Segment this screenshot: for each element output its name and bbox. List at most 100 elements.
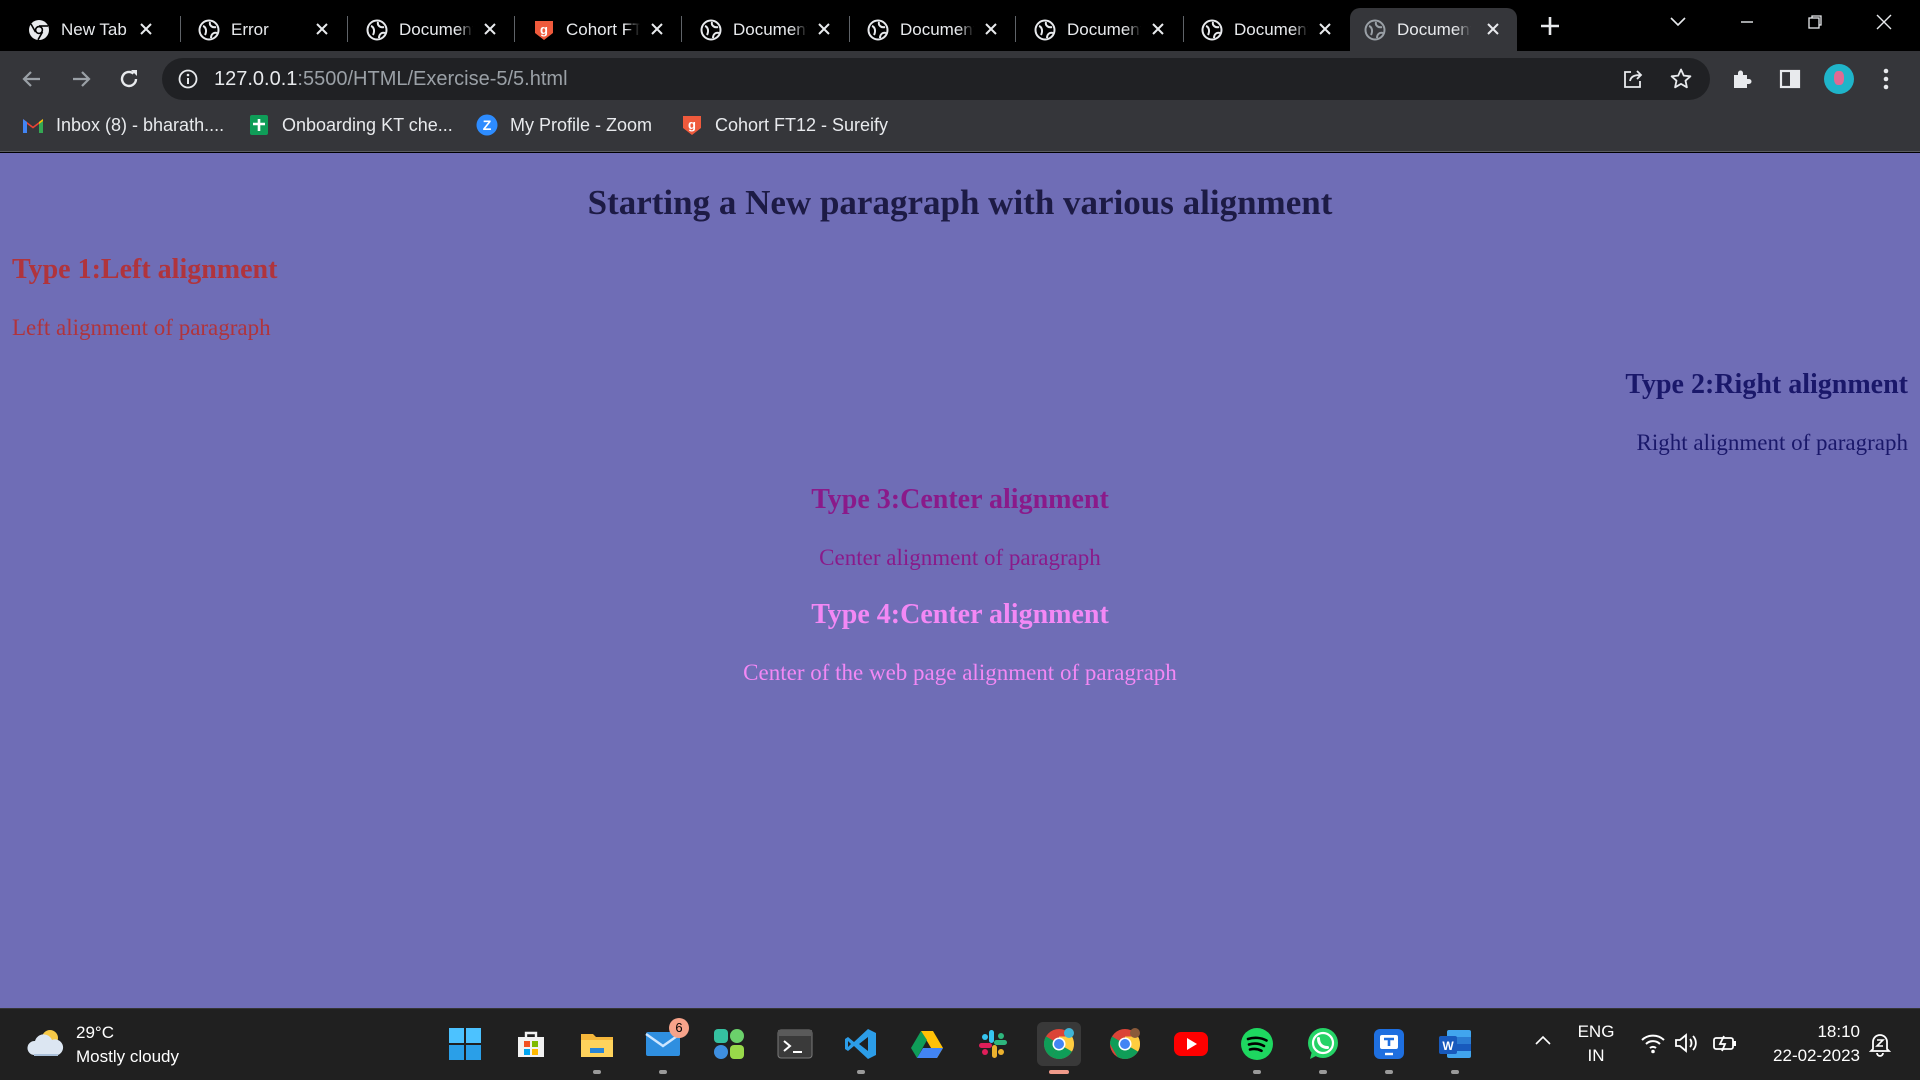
page-heading: Starting a New paragraph with various al… <box>587 183 1333 222</box>
taskbar-teams[interactable] <box>1367 1022 1411 1074</box>
running-indicator <box>1049 1070 1069 1074</box>
taskbar-widgets[interactable] <box>707 1022 751 1066</box>
tab-strip: New Tab Error Document g Cohort FT12 Doc… <box>0 0 1920 51</box>
more-menu-icon[interactable] <box>1872 65 1900 93</box>
close-tab-icon[interactable] <box>1315 19 1335 39</box>
taskbar-mail[interactable]: 6 <box>641 1018 689 1074</box>
taskbar-file-explorer[interactable] <box>575 1022 619 1074</box>
globe-icon <box>198 19 220 41</box>
tab-error[interactable]: Error <box>184 8 346 51</box>
tab-title: Document <box>1067 19 1141 39</box>
tab-document-active[interactable]: Document <box>1350 8 1517 51</box>
bookmark-zoom[interactable]: Z My Profile - Zoom <box>476 106 652 144</box>
section-2-text: Right alignment of paragraph <box>1636 430 1908 455</box>
taskbar-google-drive[interactable] <box>905 1022 949 1066</box>
volume-icon[interactable] <box>1674 1032 1700 1059</box>
start-button[interactable] <box>443 1022 487 1066</box>
tab-title: Document <box>900 19 974 39</box>
taskbar-youtube[interactable] <box>1169 1022 1213 1066</box>
taskbar-terminal[interactable] <box>773 1022 817 1066</box>
close-tab-icon[interactable] <box>480 19 500 39</box>
input-language[interactable]: ENG IN <box>1574 1020 1618 1068</box>
tab-cohort[interactable]: g Cohort FT12 <box>519 8 681 51</box>
terminal-icon <box>777 1029 813 1059</box>
battery-icon[interactable] <box>1712 1033 1738 1058</box>
close-tab-icon[interactable] <box>136 19 156 39</box>
wifi-icon[interactable] <box>1640 1032 1666 1059</box>
bookmark-gmail[interactable]: Inbox (8) - bharath.... <box>22 106 224 144</box>
taskbar-word[interactable]: W <box>1433 1022 1477 1074</box>
region-code: IN <box>1587 1046 1605 1065</box>
section-4-title: Type 4:Center alignment <box>811 599 1109 630</box>
bookmark-label: My Profile - Zoom <box>510 114 653 135</box>
tab-document-2[interactable]: Document <box>686 8 848 51</box>
taskbar-spotify[interactable] <box>1235 1022 1279 1074</box>
clock-time: 18:10 <box>1817 1022 1860 1041</box>
globe-icon <box>1364 19 1386 41</box>
close-icon <box>1876 14 1892 30</box>
profile-avatar[interactable] <box>1824 64 1854 94</box>
section-3-title: Type 3:Center alignment <box>811 484 1109 515</box>
chrome-icon <box>28 19 50 41</box>
close-tab-icon[interactable] <box>1483 19 1503 39</box>
tab-title: Document <box>733 19 807 39</box>
weather-widget[interactable] <box>26 1027 66 1064</box>
tab-separator <box>849 16 850 42</box>
bookmark-label: Cohort FT12 - Sureify <box>715 114 889 135</box>
close-window-button[interactable] <box>1862 8 1906 36</box>
url-text[interactable]: 127.0.0.1:5500/HTML/Exercise-5/5.html <box>214 58 568 100</box>
svg-text:W: W <box>1442 1039 1454 1053</box>
url-path: :5500/HTML/Exercise-5/5.html <box>297 68 568 90</box>
clock[interactable]: 18:10 22-02-2023 <box>1756 1020 1860 1068</box>
section-1-text: Left alignment of paragraph <box>12 315 271 340</box>
tab-document-1[interactable]: Document <box>352 8 514 51</box>
close-tab-icon[interactable] <box>312 19 332 39</box>
taskbar-whatsapp[interactable] <box>1301 1022 1345 1074</box>
back-button[interactable] <box>17 64 47 94</box>
minimize-button[interactable] <box>1725 8 1769 36</box>
tab-new-tab[interactable]: New Tab <box>14 8 170 51</box>
tab-document-5[interactable]: Document <box>1187 8 1349 51</box>
taskbar-chrome-active[interactable] <box>1037 1022 1081 1074</box>
running-indicator <box>1385 1070 1393 1074</box>
address-bar[interactable]: 127.0.0.1:5500/HTML/Exercise-5/5.html <box>162 58 1710 100</box>
browser-toolbar: 127.0.0.1:5500/HTML/Exercise-5/5.html <box>0 51 1920 106</box>
forward-button[interactable] <box>66 64 96 94</box>
reload-icon <box>120 70 138 88</box>
close-tab-icon[interactable] <box>1148 19 1168 39</box>
close-tab-icon[interactable] <box>981 19 1001 39</box>
new-tab-button[interactable] <box>1535 11 1565 41</box>
taskbar-slack[interactable] <box>971 1022 1015 1066</box>
bookmark-onboarding[interactable]: Onboarding KT che... <box>248 106 453 144</box>
extensions-icon[interactable] <box>1728 65 1756 93</box>
google-sheets-icon <box>248 114 270 136</box>
reload-button[interactable] <box>114 64 144 94</box>
bookmark-cohort[interactable]: g Cohort FT12 - Sureify <box>681 106 888 144</box>
tab-search-button[interactable] <box>1656 8 1700 36</box>
tab-document-3[interactable]: Document <box>853 8 1015 51</box>
widgets-icon <box>714 1029 744 1059</box>
url-host: 127.0.0.1 <box>214 68 298 90</box>
running-indicator <box>857 1070 865 1074</box>
share-icon[interactable] <box>1621 67 1645 91</box>
restore-button[interactable] <box>1793 8 1837 36</box>
bookmark-star-icon[interactable] <box>1669 67 1693 91</box>
show-hidden-icons-button[interactable] <box>1533 1033 1557 1057</box>
word-icon: W <box>1439 1030 1471 1058</box>
running-indicator <box>1253 1070 1261 1074</box>
side-panel-icon[interactable] <box>1776 65 1804 93</box>
notifications-icon[interactable] <box>1868 1031 1892 1062</box>
weather-text[interactable]: 29°C Mostly cloudy <box>76 1021 179 1069</box>
globe-icon <box>1201 19 1223 41</box>
vscode-icon <box>845 1029 876 1059</box>
close-tab-icon[interactable] <box>647 19 667 39</box>
info-icon[interactable] <box>178 69 198 94</box>
svg-text:Z: Z <box>483 117 492 133</box>
taskbar-chrome-profile[interactable] <box>1103 1022 1147 1066</box>
taskbar-vscode[interactable] <box>839 1022 883 1074</box>
close-tab-icon[interactable] <box>814 19 834 39</box>
taskbar-store[interactable] <box>509 1022 553 1066</box>
tab-title: Document <box>399 19 473 39</box>
taskbar: 29°C Mostly cloudy 6 W ENG IN 18:10 22-0… <box>0 1008 1920 1080</box>
tab-document-4[interactable]: Document <box>1020 8 1182 51</box>
